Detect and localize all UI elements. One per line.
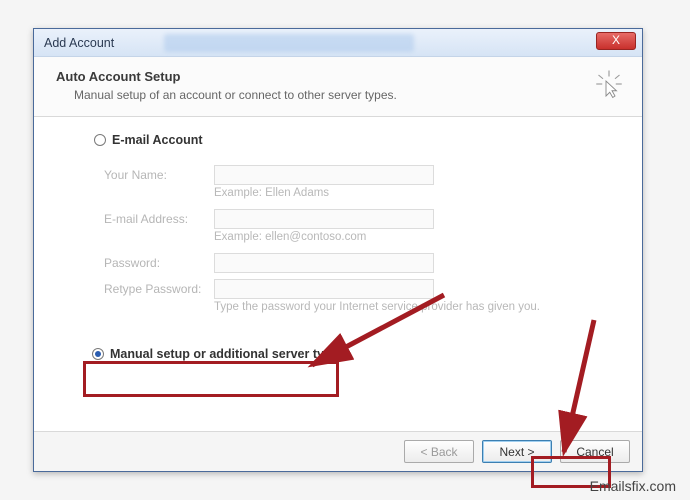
email-label: E-mail Address: xyxy=(104,212,204,226)
radio-email-account[interactable]: E-mail Account xyxy=(94,133,618,147)
field-password-row: Password: xyxy=(104,253,618,273)
add-account-dialog: Add Account X Auto Account Setup Manual … xyxy=(33,28,643,472)
retype-password-label: Retype Password: xyxy=(104,282,204,296)
cursor-sparkle-icon xyxy=(594,69,624,102)
titlebar: Add Account X xyxy=(34,29,642,57)
wizard-buttons: < Back Next > Cancel xyxy=(34,431,642,471)
your-name-label: Your Name: xyxy=(104,168,204,182)
header-title: Auto Account Setup xyxy=(56,69,397,84)
next-button[interactable]: Next > xyxy=(482,440,552,463)
wizard-header: Auto Account Setup Manual setup of an ac… xyxy=(34,57,642,117)
cancel-button[interactable]: Cancel xyxy=(560,440,630,463)
titlebar-blur xyxy=(164,34,414,52)
watermark: Emailsfix.com xyxy=(590,478,676,494)
wizard-content: E-mail Account Your Name: Example: Ellen… xyxy=(34,117,642,445)
radio-icon xyxy=(92,348,104,360)
your-name-input[interactable] xyxy=(214,165,434,185)
password-label: Password: xyxy=(104,256,204,270)
email-input[interactable] xyxy=(214,209,434,229)
your-name-example: Example: Ellen Adams xyxy=(214,187,618,199)
password-hint: Type the password your Internet service … xyxy=(214,301,618,313)
radio-manual-setup[interactable]: Manual setup or additional server types xyxy=(92,347,618,361)
retype-password-input[interactable] xyxy=(214,279,434,299)
radio-manual-label: Manual setup or additional server types xyxy=(110,347,345,361)
header-subtitle: Manual setup of an account or connect to… xyxy=(74,88,397,102)
email-example: Example: ellen@contoso.com xyxy=(214,231,618,243)
field-email-row: E-mail Address: xyxy=(104,209,618,229)
window-title: Add Account xyxy=(44,36,114,50)
password-input[interactable] xyxy=(214,253,434,273)
close-button[interactable]: X xyxy=(596,32,636,50)
field-your-name-row: Your Name: xyxy=(104,165,618,185)
field-retype-row: Retype Password: xyxy=(104,279,618,299)
back-button[interactable]: < Back xyxy=(404,440,474,463)
radio-icon xyxy=(94,134,106,146)
radio-email-label: E-mail Account xyxy=(112,133,203,147)
close-icon: X xyxy=(612,33,620,47)
